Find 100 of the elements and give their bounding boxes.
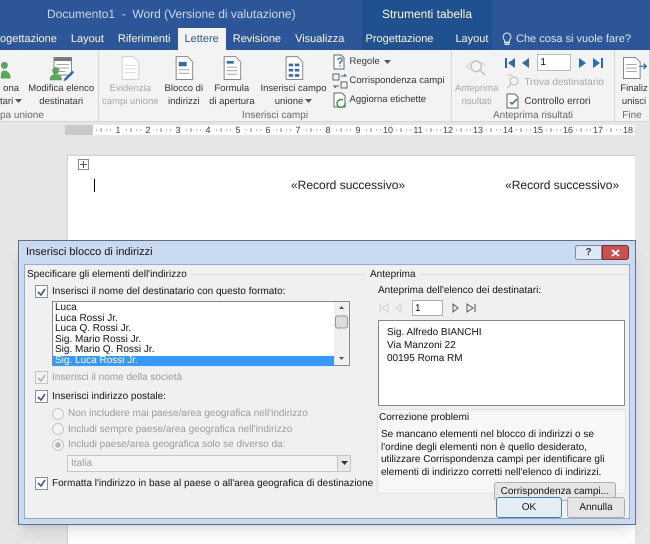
- nav-button[interactable]: [465, 303, 477, 313]
- nav-arrow-icon: [451, 303, 461, 313]
- ribbon-tab[interactable]: Progettazione: [358, 28, 440, 50]
- section-title: Specificare gli elementi dell'indirizzo: [27, 268, 187, 282]
- tell-me-search[interactable]: Che cosa si vuole fare?: [516, 30, 631, 48]
- address-line: Sig. Alfredo BIANCHI: [387, 326, 482, 339]
- ruler-number: 15: [533, 124, 543, 134]
- scrollbar: [334, 302, 349, 365]
- ruler-number: 16: [563, 124, 573, 134]
- ribbon-tab[interactable]: Lettere: [178, 28, 226, 50]
- nav-arrow-icon: [505, 58, 516, 68]
- ribbon-button[interactable]: Corrispondenza campi: [332, 72, 445, 90]
- checkmark-icon: [37, 479, 46, 487]
- nav-arrow-icon: [577, 58, 588, 68]
- rules-icon: [332, 54, 348, 70]
- merge-field: «Record successivo»: [291, 176, 406, 194]
- ruler-number: 9: [354, 124, 362, 134]
- group-label: pa unione: [0, 109, 45, 123]
- window-title: Documento1 - Word (Versione di valutazione): [47, 6, 296, 23]
- move-handle-icon: [78, 159, 89, 170]
- ruler-number: 18: [623, 124, 633, 134]
- tick-marks-icon: [483, 126, 503, 132]
- ruler-margin: [65, 124, 93, 134]
- lightbulb-icon: [502, 32, 512, 46]
- ribbon-tab[interactable]: ogettazione: [0, 28, 64, 50]
- close-button[interactable]: [602, 245, 629, 260]
- tick-marks-icon: [333, 126, 353, 132]
- group-label: Inserisci campi: [240, 109, 310, 123]
- ribbon-tab[interactable]: Revisione: [226, 28, 288, 50]
- nav-button[interactable]: [521, 58, 532, 68]
- tick-marks-icon: [363, 126, 383, 132]
- ruler-number: 17: [593, 124, 603, 134]
- document-check-icon: [505, 93, 522, 109]
- ruler-number: 10: [383, 124, 393, 134]
- list-item[interactable]: Luca Rossi Jr.: [53, 314, 334, 324]
- match-fields-icon: [332, 73, 348, 89]
- list-item[interactable]: Luca: [53, 303, 334, 314]
- checkbox[interactable]: [35, 390, 48, 403]
- checkmark-icon: [37, 374, 46, 382]
- help-button[interactable]: ?: [575, 245, 602, 260]
- merge-field: «Record successivo»: [505, 176, 620, 194]
- checkbox[interactable]: [35, 285, 48, 298]
- tick-marks-icon: [513, 126, 533, 132]
- tick-marks-icon: [423, 126, 443, 132]
- context-title: Strumenti tabella: [382, 6, 472, 23]
- list-item[interactable]: Sig. Mario Rossi Jr.: [53, 334, 334, 345]
- radio-label: Non includere mai paese/area geografica nell'indirizzo: [68, 407, 308, 422]
- ribbon-button[interactable]: Blocco di indirizzi: [162, 54, 206, 108]
- tick-marks-icon: [573, 126, 593, 132]
- ruler-number: 1: [114, 124, 122, 134]
- record-field[interactable]: 1: [537, 54, 572, 71]
- nav-button[interactable]: [505, 58, 516, 68]
- ribbon-button[interactable]: Regole: [332, 54, 445, 71]
- ribbon-tab[interactable]: Layout: [448, 28, 496, 50]
- list-item[interactable]: Sig. Mario Q. Rossi Jr.: [53, 345, 334, 356]
- dialog-button[interactable]: Annulla: [567, 497, 625, 518]
- nav-button[interactable]: [593, 58, 604, 68]
- nav-arrow-icon: [379, 303, 389, 313]
- list-item[interactable]: Luca Q. Rossi Jr.: [53, 324, 334, 334]
- tick-marks-icon: [243, 126, 263, 132]
- tick-marks-icon: [453, 126, 473, 132]
- ruler-number: 2: [144, 124, 152, 134]
- nav-button[interactable]: [577, 58, 588, 68]
- address-line: 00195 Roma RM: [387, 352, 464, 365]
- tick-marks-icon: [543, 126, 563, 132]
- search-icon: [505, 74, 522, 90]
- nav-arrow-icon: [394, 303, 404, 313]
- nav-arrow-icon: [521, 58, 532, 68]
- section-title: Anteprima: [370, 268, 416, 282]
- ribbon-button[interactable]: Formula di apertura: [207, 54, 256, 108]
- caret-icon: [15, 99, 22, 104]
- ribbon-button[interactable]: Finaliz unisci: [616, 54, 650, 108]
- checkbox-label: Inserisci indirizzo postale:: [52, 390, 166, 404]
- checkmark-icon: [37, 392, 46, 400]
- ribbon-tab[interactable]: Layout: [64, 28, 111, 50]
- dialog-button[interactable]: OK: [496, 497, 562, 518]
- ribbon-button[interactable]: Controllo errori: [505, 93, 604, 109]
- record-field[interactable]: 1: [412, 300, 443, 316]
- checkbox-label: Inserisci il nome della società: [52, 371, 182, 385]
- tick-marks-icon: [273, 126, 293, 132]
- field-label: Anteprima dell'elenco dei destinatari:: [378, 284, 542, 298]
- address-line: Via Manzoni 22: [387, 339, 457, 352]
- ruler-number: 13: [473, 124, 483, 134]
- ruler-number: 3: [174, 124, 182, 134]
- radio-label: Includi paese/area geografica solo se diverso da:: [68, 438, 286, 452]
- ribbon-button[interactable]: Inserisci campo unione: [258, 54, 328, 108]
- ribbon-button[interactable]: Aggiorna etichette: [332, 91, 445, 108]
- ribbon-button[interactable]: ona tari: [0, 54, 22, 108]
- ribbon-button[interactable]: Modifica elenco destinatari: [26, 54, 96, 108]
- ruler-number: 5: [234, 124, 242, 134]
- caret-icon: [305, 99, 312, 104]
- radio-label: Includi sempre paese/area geografica nell'indirizzo: [68, 422, 292, 437]
- group-label: Fine: [621, 109, 643, 123]
- nav-arrow-icon: [466, 303, 476, 313]
- name-format-list[interactable]: Luca Luca Rossi Jr. Luca Q. Rossi Jr. Sig. Mario Rossi Jr. Sig. Mario Q. Rossi Jr. Sig. Luca Rossi Jr.: [52, 301, 350, 366]
- ribbon-tab[interactable]: Visualizza: [288, 28, 352, 50]
- section-title: Correzione problemi: [379, 411, 470, 425]
- ribbon-tab[interactable]: Riferimenti: [110, 28, 178, 50]
- checkbox[interactable]: [35, 476, 48, 490]
- ruler-number: 12: [443, 124, 453, 134]
